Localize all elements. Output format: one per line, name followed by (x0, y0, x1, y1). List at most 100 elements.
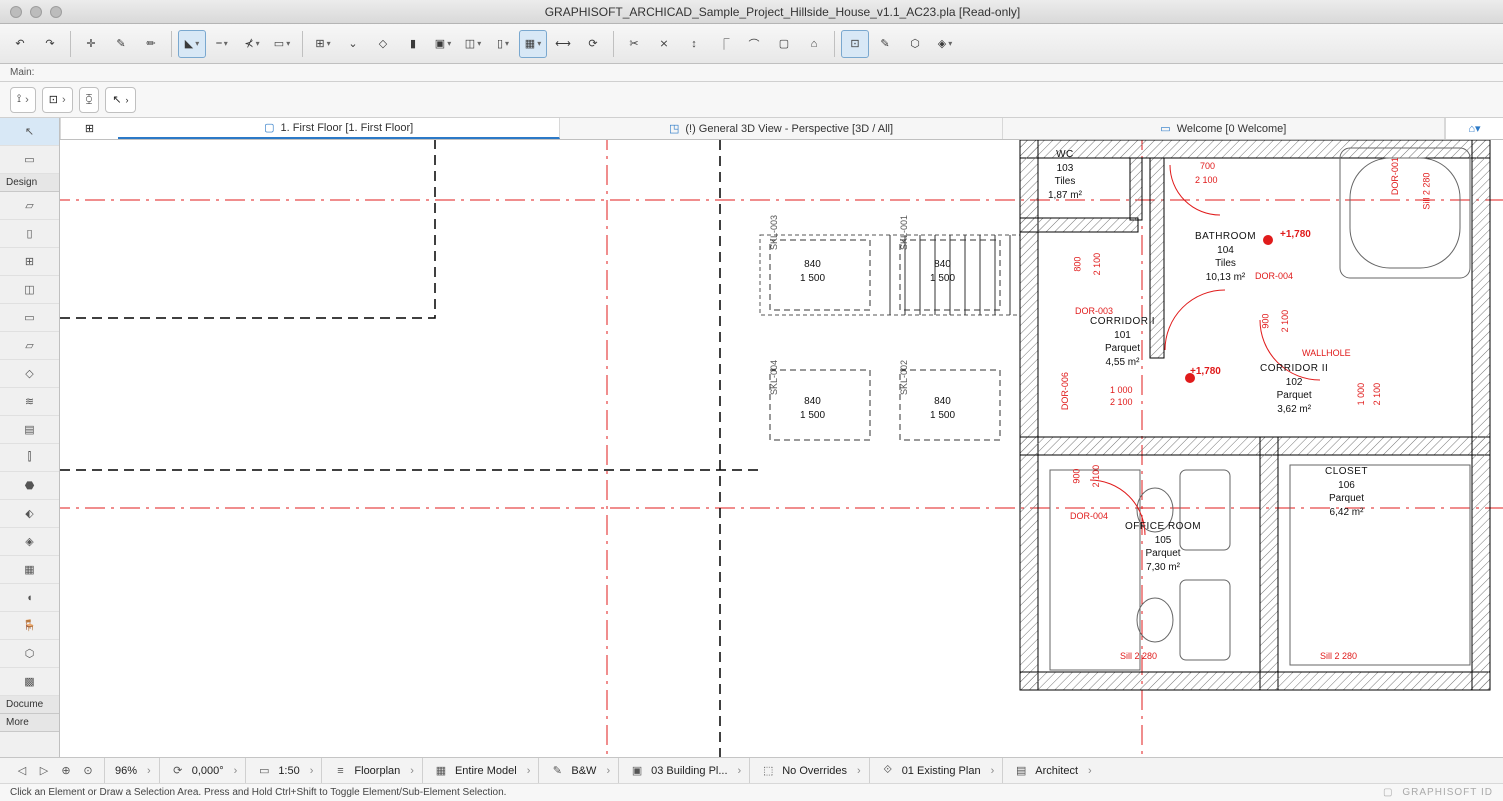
opening-tool[interactable]: ◖ (0, 584, 59, 612)
solid-ops-icon[interactable]: ◈ (931, 30, 959, 58)
align-icon[interactable]: ▢ (770, 30, 798, 58)
railing-tool[interactable]: ⫿ (0, 444, 59, 472)
zoom-label: 96% (115, 765, 137, 777)
wall-tool[interactable]: ▱ (0, 192, 59, 220)
tab-first-floor[interactable]: ▢ 1. First Floor [1. First Floor] (118, 118, 560, 139)
panel-icon[interactable]: ▢ (1383, 787, 1392, 798)
arrow-tool[interactable]: ↖ (0, 118, 59, 146)
role[interactable]: ▤Architect (1005, 758, 1099, 783)
view-label: Floorplan (354, 765, 400, 777)
toolbox: ↖ ▭ Design ▱ ▯ ⊞ ◫ ▭ ▱ ◇ ≋ ▤ ⫿ ⬣ ⬖ ◈ ▦ ◖… (0, 118, 60, 757)
morph-tool[interactable]: ◈ (0, 528, 59, 556)
split-icon[interactable]: ⎾ (710, 30, 738, 58)
design-header[interactable]: Design (0, 174, 59, 192)
zoom-value[interactable]: 96% (107, 758, 160, 783)
roof-tool[interactable]: ◇ (0, 360, 59, 388)
renovation-filter[interactable]: ⟐01 Existing Plan (872, 758, 1004, 783)
pen-label: B&W (571, 765, 596, 777)
view-type[interactable]: ≡ Floorplan (324, 758, 423, 783)
lamp-tool[interactable]: ⬡ (0, 640, 59, 668)
cube-icon: ◳ (669, 122, 679, 135)
favorites-icon[interactable]: ⬡ (901, 30, 929, 58)
surface-snap-icon[interactable]: ◇ (369, 30, 397, 58)
zoom-in-icon[interactable]: ⊕ (58, 763, 74, 779)
info-default-icon[interactable]: ⟟ (10, 87, 36, 113)
fit-icon[interactable]: ⊙ (80, 763, 96, 779)
window-title: GRAPHISOFT_ARCHICAD_Sample_Project_Hills… (62, 5, 1503, 19)
minimize-dot[interactable] (30, 6, 42, 18)
cut-icon[interactable]: ✂ (620, 30, 648, 58)
snap-guide-icon[interactable]: ⎯ (208, 30, 236, 58)
orientation[interactable]: ⟳0,000° (162, 758, 247, 783)
tab-nav-icon[interactable]: ⌂▾ (1445, 118, 1503, 139)
home-icon[interactable]: ⌂ (800, 30, 828, 58)
scale[interactable]: ▭1:50 (248, 758, 322, 783)
door-tool[interactable]: ▯ (0, 220, 59, 248)
adjust-icon[interactable]: ↕ (680, 30, 708, 58)
tab-3d-view[interactable]: ◳ (!) General 3D View - Perspective [3D … (560, 118, 1002, 139)
pick-icon[interactable]: ✛ (77, 30, 105, 58)
trim-icon[interactable]: ⨯ (650, 30, 678, 58)
guideline-toggle-icon[interactable]: ◣ (178, 30, 206, 58)
inject-icon[interactable]: ✏ (137, 30, 165, 58)
sheet-icon: ▭ (1160, 122, 1170, 135)
grid-icon[interactable]: ⊞ (309, 30, 337, 58)
object-tool[interactable]: 🪑 (0, 612, 59, 640)
curtainwall-tool[interactable]: ▦ (0, 556, 59, 584)
column-tool[interactable]: ◫ (0, 276, 59, 304)
nav-fwd-icon[interactable]: ▷ (36, 763, 52, 779)
model-icon: ▦ (433, 763, 449, 779)
model-label: Entire Model (455, 765, 517, 777)
zoom-dot[interactable] (50, 6, 62, 18)
layers-icon[interactable]: ▣ (429, 30, 457, 58)
more-header[interactable]: More (0, 714, 59, 732)
snap-point-icon[interactable]: ⊀ (238, 30, 266, 58)
info-marquee-icon[interactable]: ⊡ (42, 87, 73, 113)
mesh-tool[interactable]: ⬣ (0, 472, 59, 500)
info-magnet-icon[interactable]: ⧲ (79, 87, 100, 113)
window-tool[interactable]: ⊞ (0, 248, 59, 276)
gravity-icon[interactable]: ⌄ (339, 30, 367, 58)
measure-icon[interactable]: ⟳ (579, 30, 607, 58)
dimension-icon[interactable]: ⟷ (549, 30, 577, 58)
stair-tool[interactable]: ▤ (0, 416, 59, 444)
model-filter[interactable]: ▦ Entire Model (425, 758, 539, 783)
beam-tool[interactable]: ▭ (0, 304, 59, 332)
marquee-tool[interactable]: ▭ (0, 146, 59, 174)
pen-set[interactable]: ✎ B&W (541, 758, 619, 783)
layers-icon: ≡ (332, 763, 348, 779)
magic-icon[interactable]: ✎ (871, 30, 899, 58)
eyedropper-icon[interactable]: ✎ (107, 30, 135, 58)
tab-label: 1. First Floor [1. First Floor] (281, 122, 414, 134)
tab-grid-icon[interactable]: ⊞ (60, 118, 118, 139)
document-header[interactable]: Docume (0, 696, 59, 714)
shell-tool[interactable]: ≋ (0, 388, 59, 416)
tab-welcome[interactable]: ▭ Welcome [0 Welcome] (1003, 118, 1445, 139)
element-snap-icon[interactable]: ▮ (399, 30, 427, 58)
ruler-icon[interactable]: ▭ (268, 30, 296, 58)
status-bar: Click an Element or Draw a Selection Are… (0, 783, 1503, 801)
offset-icon[interactable]: ◫ (459, 30, 487, 58)
fillet-icon[interactable]: ⌒ (740, 30, 768, 58)
info-arrow-mode[interactable]: ↖ › (105, 87, 135, 113)
traffic-lights (10, 6, 62, 18)
multiply-icon[interactable]: ▯ (489, 30, 517, 58)
slab-tool[interactable]: ▱ (0, 332, 59, 360)
trace-icon[interactable]: ▦ (519, 30, 547, 58)
brand-id[interactable]: GRAPHISOFT ID (1402, 787, 1493, 798)
graphic-override[interactable]: ⬚No Overrides (752, 758, 869, 783)
compass-icon: ⟳ (170, 763, 186, 779)
pen-icon: ✎ (549, 763, 565, 779)
redo-icon[interactable]: ↷ (36, 30, 64, 58)
tab-label: Welcome [0 Welcome] (1177, 123, 1287, 135)
scale-label: 1:50 (278, 765, 299, 777)
skylight-tool[interactable]: ▩ (0, 668, 59, 696)
zone-tool[interactable]: ⬖ (0, 500, 59, 528)
group-suspend-icon[interactable]: ⊡ (841, 30, 869, 58)
floorplan-canvas[interactable]: WC 103 Tiles 1,87 m² BATHROOM 104 Tiles … (60, 140, 1503, 757)
undo-icon[interactable]: ↶ (6, 30, 34, 58)
layer-combo[interactable]: ▣03 Building Pl... (621, 758, 750, 783)
close-dot[interactable] (10, 6, 22, 18)
plan-icon: ▣ (629, 763, 645, 779)
nav-back-icon[interactable]: ◁ (14, 763, 30, 779)
